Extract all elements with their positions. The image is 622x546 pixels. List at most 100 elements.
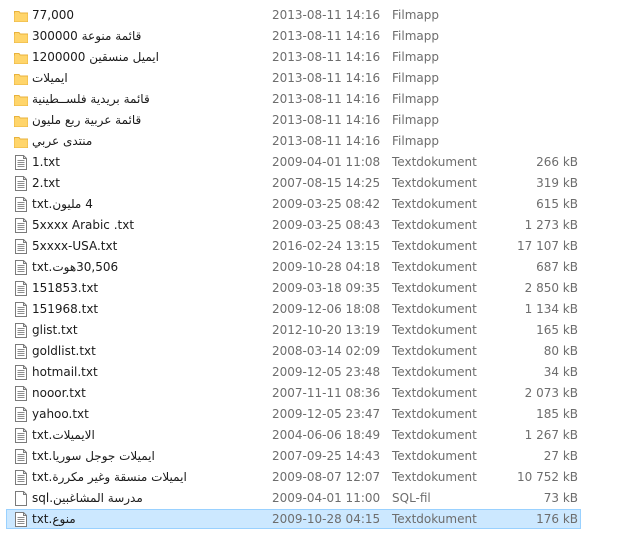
text-file-icon [14,197,28,212]
file-row-3[interactable]: ايميل منسقين 1200000 2013-08-11 14:16 Fi… [0,47,622,68]
text-file-icon [14,155,28,170]
file-date-modified: 2009-12-06 18:08 [272,302,381,316]
file-row-2[interactable]: قائمة منوعة 300000 2013-08-11 14:16 Film… [0,26,622,47]
file-type: Filmapp [392,50,439,64]
file-size: 2 073 kB [524,386,578,400]
file-row-22[interactable]: ايميلات جوجل سوريا.txt 2007-09-25 14:43 … [0,446,622,467]
file-type: Textdokument [392,197,477,211]
file-size: 1 134 kB [524,302,578,316]
folder-icon [14,50,28,65]
folder-icon [14,8,28,23]
file-row-23[interactable]: ايميلات منسقة وغير مكررة.txt 2009-08-07 … [0,467,622,488]
file-type: SQL-fil [392,491,431,505]
file-row-5[interactable]: قائمة بريدية فلســطينية 2013-08-11 14:16… [0,89,622,110]
text-file-icon [14,386,28,401]
file-name: 77,000 [32,8,74,22]
file-date-modified: 2016-02-24 13:15 [272,239,381,253]
file-type: Textdokument [392,470,477,484]
file-size: 10 752 kB [517,470,578,484]
file-row-13[interactable]: 30,506هوت.txt 2009-10-28 04:18 Textdokum… [0,257,622,278]
file-type: Textdokument [392,239,477,253]
file-type: Filmapp [392,29,439,43]
text-file-icon [14,512,28,527]
file-type: Textdokument [392,386,477,400]
file-row-12[interactable]: 5xxxx-USA.txt 2016-02-24 13:15 Textdokum… [0,236,622,257]
file-name: 1.txt [32,155,60,169]
file-type: Textdokument [392,512,477,526]
file-row-17[interactable]: goldlist.txt 2008-03-14 02:09 Textdokume… [0,341,622,362]
file-row-14[interactable]: 151853.txt 2009-03-18 09:35 Textdokument… [0,278,622,299]
text-file-icon [14,281,28,296]
file-type: Filmapp [392,8,439,22]
file-row-20[interactable]: yahoo.txt 2009-12-05 23:47 Textdokument … [0,404,622,425]
file-type: Textdokument [392,260,477,274]
text-file-icon [14,407,28,422]
file-name: 151853.txt [32,281,99,295]
file-size: 176 kB [536,512,578,526]
file-row-24[interactable]: مدرسة المشاغبين.sql 2009-04-01 11:00 SQL… [0,488,622,509]
file-type: Textdokument [392,218,477,232]
text-file-icon [14,449,28,464]
file-row-6[interactable]: قائمة عربية ربع مليون 2013-08-11 14:16 F… [0,110,622,131]
file-type: Textdokument [392,323,477,337]
file-size: 185 kB [536,407,578,421]
file-row-19[interactable]: nooor.txt 2007-11-11 08:36 Textdokument … [0,383,622,404]
file-type: Filmapp [392,92,439,106]
file-row-16[interactable]: glist.txt 2012-10-20 13:19 Textdokument … [0,320,622,341]
file-row-4[interactable]: ايميلات 2013-08-11 14:16 Filmapp [0,68,622,89]
text-file-icon [14,323,28,338]
file-date-modified: 2013-08-11 14:16 [272,113,381,127]
text-file-icon [14,260,28,275]
folder-icon [14,71,28,86]
file-name: ايميلات منسقة وغير مكررة.txt [32,470,187,484]
file-row-1[interactable]: 77,000 2013-08-11 14:16 Filmapp [0,5,622,26]
file-type: Textdokument [392,428,477,442]
file-row-18[interactable]: hotmail.txt 2009-12-05 23:48 Textdokumen… [0,362,622,383]
folder-icon [14,134,28,149]
folder-icon [14,29,28,44]
file-type: Textdokument [392,344,477,358]
file-name: 151968.txt [32,302,99,316]
file-date-modified: 2009-04-01 11:08 [272,155,381,169]
file-date-modified: 2009-10-28 04:18 [272,260,381,274]
file-name: ايميلات [32,71,68,85]
file-type: Textdokument [392,407,477,421]
file-date-modified: 2009-10-28 04:15 [272,512,381,526]
file-row-15[interactable]: 151968.txt 2009-12-06 18:08 Textdokument… [0,299,622,320]
file-date-modified: 2007-09-25 14:43 [272,449,381,463]
file-name: قائمة منوعة 300000 [32,29,142,43]
file-name: قائمة بريدية فلســطينية [32,92,150,106]
file-name: منتدى عربي [32,134,93,148]
text-file-icon [14,470,28,485]
file-type: Textdokument [392,449,477,463]
file-size: 615 kB [536,197,578,211]
file-row-25[interactable]: منوع.txt 2009-10-28 04:15 Textdokument 1… [0,509,622,530]
text-file-icon [14,344,28,359]
file-name: 4 مليون.txt [32,197,93,211]
file-date-modified: 2009-03-25 08:42 [272,197,381,211]
file-size: 34 kB [543,365,578,379]
file-type: Textdokument [392,176,477,190]
file-row-10[interactable]: 4 مليون.txt 2009-03-25 08:42 Textdokumen… [0,194,622,215]
file-name: 5xxxx Arabic .txt [32,218,135,232]
folder-icon [14,113,28,128]
file-row-21[interactable]: الايميلات.txt 2004-06-06 18:49 Textdokum… [0,425,622,446]
text-file-icon [14,428,28,443]
file-name: 5xxxx-USA.txt [32,239,118,253]
file-size: 2 850 kB [524,281,578,295]
text-file-icon [14,239,28,254]
file-date-modified: 2013-08-11 14:16 [272,71,381,85]
file-row-7[interactable]: منتدى عربي 2013-08-11 14:16 Filmapp [0,131,622,152]
file-name: ايميلات جوجل سوريا.txt [32,449,155,463]
file-list: 77,000 2013-08-11 14:16 Filmapp قائمة من… [0,5,622,530]
file-date-modified: 2009-03-18 09:35 [272,281,381,295]
file-date-modified: 2013-08-11 14:16 [272,134,381,148]
file-name: goldlist.txt [32,344,96,358]
file-name: hotmail.txt [32,365,98,379]
file-type: Filmapp [392,71,439,85]
file-row-8[interactable]: 1.txt 2009-04-01 11:08 Textdokument 266 … [0,152,622,173]
file-row-11[interactable]: 5xxxx Arabic .txt 2009-03-25 08:43 Textd… [0,215,622,236]
file-type: Textdokument [392,155,477,169]
file-name: 2.txt [32,176,60,190]
file-row-9[interactable]: 2.txt 2007-08-15 14:25 Textdokument 319 … [0,173,622,194]
